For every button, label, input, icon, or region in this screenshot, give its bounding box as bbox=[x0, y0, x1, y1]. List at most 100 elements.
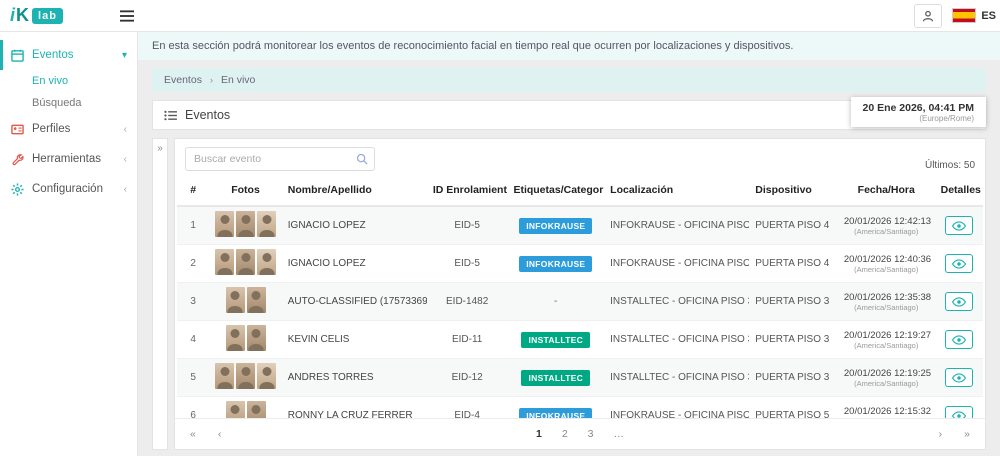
logo-letter-k: K bbox=[16, 5, 29, 26]
pagination-first[interactable]: « bbox=[187, 427, 199, 441]
location-cell: INSTALLTEC - OFICINA PISO 3 bbox=[604, 359, 749, 397]
sidebar-item-label: Configuración bbox=[32, 183, 103, 195]
enrollment-id: EID-12 bbox=[427, 359, 508, 397]
details-button[interactable] bbox=[945, 330, 973, 349]
column-header: Detalles bbox=[935, 175, 983, 206]
details-button[interactable] bbox=[945, 292, 973, 311]
events-card: Últimos: 50 # Fotos Nombre/Apel bbox=[174, 138, 986, 450]
face-thumbnail bbox=[226, 325, 245, 351]
pagination: « ‹ 1 2 3 … › » bbox=[175, 418, 985, 449]
column-header: Fecha/Hora bbox=[838, 175, 935, 206]
face-thumbnail bbox=[215, 363, 234, 389]
eye-icon bbox=[952, 333, 966, 347]
row-number: 5 bbox=[177, 359, 209, 397]
enrollment-id: EID-5 bbox=[427, 206, 508, 245]
photos-cell bbox=[226, 401, 266, 418]
face-thumbnail bbox=[226, 287, 245, 313]
search-box bbox=[185, 147, 375, 171]
menu-toggle-button[interactable] bbox=[114, 4, 140, 28]
face-thumbnail bbox=[236, 363, 255, 389]
row-number: 6 bbox=[177, 397, 209, 419]
row-number: 2 bbox=[177, 245, 209, 283]
enrollment-id: EID-1482 bbox=[427, 283, 508, 321]
tag-badge: - bbox=[554, 296, 558, 307]
filter-panel-expander[interactable]: » bbox=[152, 138, 168, 450]
tag-badge: INFOKRAUSE bbox=[519, 218, 592, 234]
details-button[interactable] bbox=[945, 406, 973, 418]
breadcrumb-current: En vivo bbox=[221, 74, 255, 86]
latest-count-label: Últimos: 50 bbox=[925, 160, 975, 171]
breadcrumb-parent[interactable]: Eventos bbox=[164, 74, 202, 86]
event-datetime: 20/01/2026 12:42:13 bbox=[844, 216, 929, 227]
face-thumbnail bbox=[257, 249, 276, 275]
app-root: iK lab ES E bbox=[0, 0, 1000, 456]
location-cell: INFOKRAUSE - OFICINA PISO 4 bbox=[604, 245, 749, 283]
sidebar-item-busqueda[interactable]: Búsqueda bbox=[0, 92, 137, 114]
event-datetime: 20/01/2026 12:19:25 bbox=[844, 368, 929, 379]
eye-icon bbox=[952, 295, 966, 309]
topbar-right: ES bbox=[914, 4, 1000, 28]
user-account-button[interactable] bbox=[914, 4, 942, 28]
face-thumbnail bbox=[236, 249, 255, 275]
language-selector[interactable]: ES bbox=[952, 8, 996, 23]
device-cell: PUERTA PISO 3 bbox=[749, 321, 838, 359]
search-input[interactable] bbox=[185, 147, 375, 171]
events-table-body: 1 IGNACIO LOPEZ EID-5 INFOKRAUSE INFOKRA… bbox=[177, 206, 983, 418]
pagination-ellipsis: … bbox=[611, 427, 628, 441]
column-header: ID Enrolamiento bbox=[427, 175, 508, 206]
location-cell: INFOKRAUSE - OFICINA PISO 4 bbox=[604, 206, 749, 245]
gear-icon bbox=[10, 182, 24, 196]
face-thumbnail bbox=[215, 211, 234, 237]
face-thumbnail bbox=[215, 249, 234, 275]
sidebar-item-herramientas[interactable]: Herramientas ‹ bbox=[0, 144, 137, 174]
pagination-next[interactable]: › bbox=[936, 427, 946, 441]
main-content: En esta sección podrá monitorear los eve… bbox=[138, 32, 1000, 456]
table-row: 6 RONNY LA CRUZ FERRER EID-4 INFOKRAUSE … bbox=[177, 397, 983, 419]
sidebar-item-eventos[interactable]: Eventos ▾ bbox=[0, 40, 137, 70]
list-icon bbox=[163, 108, 177, 122]
row-number: 3 bbox=[177, 283, 209, 321]
pagination-prev[interactable]: ‹ bbox=[215, 427, 225, 441]
table-row: 1 IGNACIO LOPEZ EID-5 INFOKRAUSE INFOKRA… bbox=[177, 206, 983, 245]
table-row: 2 IGNACIO LOPEZ EID-5 INFOKRAUSE INFOKRA… bbox=[177, 245, 983, 283]
row-number: 1 bbox=[177, 206, 209, 245]
chevron-down-icon: ▾ bbox=[122, 50, 127, 61]
details-button[interactable] bbox=[945, 216, 973, 235]
event-timezone: (America/Santiago) bbox=[844, 341, 929, 350]
logo-lab-badge: lab bbox=[32, 8, 63, 24]
pagination-last[interactable]: » bbox=[961, 427, 973, 441]
face-thumbnail bbox=[247, 325, 266, 351]
sidebar-item-perfiles[interactable]: Perfiles ‹ bbox=[0, 114, 137, 144]
events-table-wrap: # Fotos Nombre/Apellido ID Enrolamiento … bbox=[175, 175, 985, 418]
eye-icon bbox=[952, 409, 966, 419]
face-thumbnail bbox=[247, 287, 266, 313]
details-button[interactable] bbox=[945, 368, 973, 387]
event-timezone: (America/Santiago) bbox=[844, 265, 929, 274]
pagination-page-2[interactable]: 2 bbox=[559, 427, 571, 441]
location-cell: INFOKRAUSE - OFICINA PISO 5 bbox=[604, 397, 749, 419]
details-button[interactable] bbox=[945, 254, 973, 273]
sidebar-item-configuracion[interactable]: Configuración ‹ bbox=[0, 174, 137, 204]
id-card-icon bbox=[10, 122, 24, 136]
event-timezone: (America/Santiago) bbox=[844, 303, 929, 312]
user-icon bbox=[921, 9, 935, 23]
pagination-page-3[interactable]: 3 bbox=[585, 427, 597, 441]
app-logo: iK lab bbox=[0, 5, 108, 26]
sidebar-item-label: Eventos bbox=[32, 49, 74, 61]
breadcrumb: Eventos › En vivo bbox=[152, 68, 986, 92]
face-thumbnail bbox=[257, 363, 276, 389]
pagination-page-1[interactable]: 1 bbox=[533, 427, 545, 441]
photos-cell bbox=[226, 287, 266, 313]
person-name: IGNACIO LOPEZ bbox=[282, 245, 427, 283]
location-cell: INSTALLTEC - OFICINA PISO 3 bbox=[604, 321, 749, 359]
hamburger-icon bbox=[120, 9, 134, 23]
face-thumbnail bbox=[247, 401, 266, 418]
person-name: RONNY LA CRUZ FERRER bbox=[282, 397, 427, 419]
event-timezone: (America/Santiago) bbox=[844, 227, 929, 236]
logo-letter-i: i bbox=[10, 5, 15, 26]
sidebar-item-en-vivo[interactable]: En vivo bbox=[0, 70, 137, 92]
table-toolbar: Últimos: 50 bbox=[175, 139, 985, 175]
datetime-card: 20 Ene 2026, 04:41 PM (Europe/Rome) bbox=[851, 97, 987, 127]
calendar-icon bbox=[10, 48, 24, 62]
table-row: 3 AUTO-CLASSIFIED (17573369466616) EID-1… bbox=[177, 283, 983, 321]
